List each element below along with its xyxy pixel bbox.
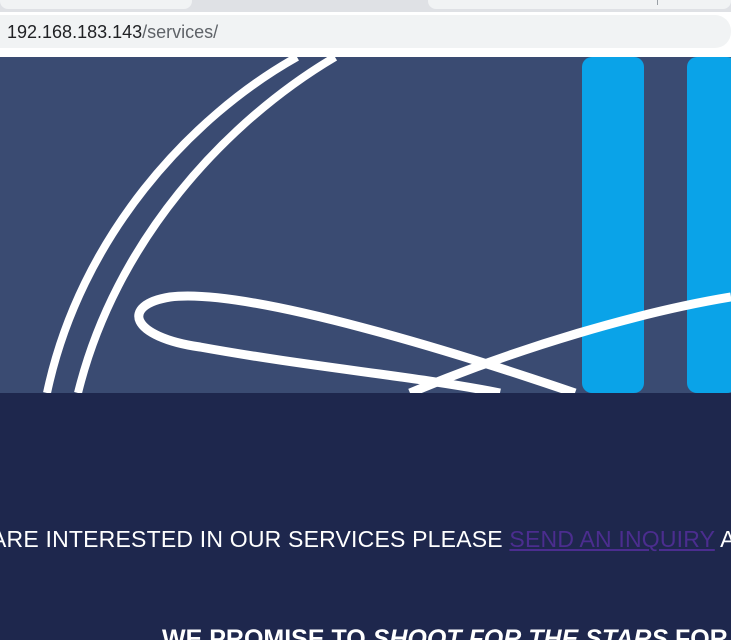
hero-logo-graphic xyxy=(0,57,731,393)
url-host: 192.168.183.143 xyxy=(7,22,143,42)
hero-banner-image xyxy=(0,57,731,393)
services-content: ARE INTERESTED IN OUR SERVICES PLEASE SE… xyxy=(0,393,731,640)
inquiry-prefix: ARE INTERESTED IN OUR SERVICES PLEASE xyxy=(0,526,510,552)
accent-bar-right xyxy=(687,57,731,393)
accent-bar-left xyxy=(582,57,644,393)
promise-prefix: WE PROMISE TO xyxy=(162,625,373,640)
address-bar: 192.168.183.143/services/ xyxy=(0,12,731,52)
browser-tab[interactable] xyxy=(0,0,192,9)
url-field[interactable]: 192.168.183.143/services/ xyxy=(0,15,731,48)
send-inquiry-link[interactable]: SEND AN INQUIRY xyxy=(509,526,714,552)
inquiry-suffix: AN xyxy=(720,526,731,552)
tab-strip xyxy=(0,0,731,12)
promise-emphasis: SHOOT FOR THE STARS xyxy=(372,625,669,640)
inquiry-text: ARE INTERESTED IN OUR SERVICES PLEASE SE… xyxy=(0,523,731,555)
url-text[interactable]: 192.168.183.143/services/ xyxy=(7,22,218,42)
browser-tab-active[interactable] xyxy=(428,0,731,9)
tab-separator xyxy=(657,0,658,5)
promise-text: WE PROMISE TO SHOOT FOR THE STARS FOR AL xyxy=(162,624,731,640)
url-path: /services/ xyxy=(142,22,219,42)
promise-suffix: FOR AL xyxy=(674,625,731,640)
